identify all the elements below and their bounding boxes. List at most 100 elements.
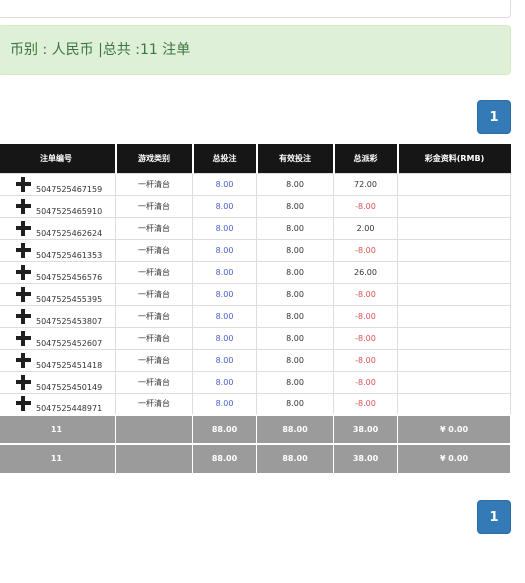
payout-cell: 26.00 — [333, 260, 398, 284]
jackpot-cell — [397, 304, 511, 328]
plus-icon[interactable] — [16, 198, 31, 214]
payout-cell: -8.00 — [333, 304, 398, 328]
page-number: 1 — [489, 509, 499, 525]
total-bet-cell: 8.00 — [192, 216, 257, 240]
plus-icon[interactable] — [16, 264, 31, 280]
bets-table: 注单编号 游戏类别 总投注 有效投注 总派彩 彩金资料(RMB) 5047525… — [0, 144, 511, 474]
game-type-cell: 一杆清台 — [115, 194, 193, 218]
valid-bet-cell: 8.00 — [256, 348, 334, 372]
plus-icon[interactable] — [16, 242, 31, 258]
bet-id: 5047525448971 — [36, 404, 103, 414]
total-bet-cell: 8.00 — [192, 392, 257, 416]
bet-id: 5047525453807 — [36, 316, 103, 326]
header-jackpot: 彩金资料(RMB) — [396, 144, 511, 173]
header-total-bet: 总投注 — [191, 144, 257, 173]
game-type-cell: 一杆清台 — [115, 260, 193, 284]
bet-id-cell: 5047525467159 — [0, 172, 116, 196]
jackpot-cell — [397, 348, 511, 372]
table-row: 5047525455395 一杆清台 8.00 8.00 -8.00 — [0, 282, 511, 306]
bet-id-cell: 5047525451418 — [0, 348, 116, 372]
valid-bet-cell: 8.00 — [256, 392, 334, 416]
table-row: 5047525453807 一杆清台 8.00 8.00 -8.00 — [0, 304, 511, 328]
table-row: 5047525467159 一杆清台 8.00 8.00 72.00 — [0, 172, 511, 196]
bet-id-cell: 5047525462624 — [0, 216, 116, 240]
total-bet-cell: 8.00 — [192, 172, 257, 196]
total-payout-sum: 38.00 — [333, 443, 398, 474]
top-panel — [0, 0, 511, 18]
total-bet-cell: 8.00 — [192, 304, 257, 328]
jackpot-cell — [397, 326, 511, 350]
total-jackpot-sum: ¥ 0.00 — [397, 443, 511, 474]
bet-id: 5047525462624 — [36, 228, 103, 238]
table-row: 5047525450149 一杆清台 8.00 8.00 -8.00 — [0, 370, 511, 394]
payout-cell: -8.00 — [333, 392, 398, 416]
total-bet-cell: 8.00 — [192, 194, 257, 218]
game-type-cell: 一杆清台 — [115, 392, 193, 416]
valid-bet-cell: 8.00 — [256, 260, 334, 284]
summary-alert: 币别 : 人民币 |总共 :11 注单 — [0, 25, 511, 75]
total-bet-cell: 8.00 — [192, 370, 257, 394]
bet-id-cell: 5047525465910 — [0, 194, 116, 218]
bet-id-cell: 5047525450149 — [0, 370, 116, 394]
jackpot-cell — [397, 392, 511, 416]
total-payout-sum: 38.00 — [333, 414, 398, 445]
bet-id-cell: 5047525448971 — [0, 392, 116, 416]
valid-bet-cell: 8.00 — [256, 194, 334, 218]
payout-cell: -8.00 — [333, 194, 398, 218]
summary-text: 币别 : 人民币 |总共 :11 注单 — [10, 42, 191, 58]
total-valid-sum: 88.00 — [256, 414, 334, 445]
jackpot-cell — [397, 370, 511, 394]
total-bet-cell: 8.00 — [192, 260, 257, 284]
game-type-cell: 一杆清台 — [115, 216, 193, 240]
total-bet-cell: 8.00 — [192, 326, 257, 350]
total-game — [115, 414, 193, 445]
game-type-cell: 一杆清台 — [115, 172, 193, 196]
plus-icon[interactable] — [16, 308, 31, 324]
table-row: 5047525448971 一杆清台 8.00 8.00 -8.00 — [0, 392, 511, 416]
plus-icon[interactable] — [16, 176, 31, 192]
total-bet-sum: 88.00 — [192, 414, 257, 445]
plus-icon[interactable] — [16, 220, 31, 236]
plus-icon[interactable] — [16, 352, 31, 368]
bet-id-cell: 5047525456576 — [0, 260, 116, 284]
total-bet-cell: 8.00 — [192, 282, 257, 306]
plus-icon[interactable] — [16, 396, 31, 412]
header-total-payout: 总派彩 — [332, 144, 398, 173]
total-bet-cell: 8.00 — [192, 238, 257, 262]
bet-id: 5047525461353 — [36, 250, 103, 260]
pagination-page-button-bottom[interactable]: 1 — [477, 500, 511, 534]
jackpot-cell — [397, 216, 511, 240]
header-game-type: 游戏类别 — [114, 144, 193, 173]
game-type-cell: 一杆清台 — [115, 348, 193, 372]
table-row: 5047525456576 一杆清台 8.00 8.00 26.00 — [0, 260, 511, 284]
total-count: 11 — [0, 414, 116, 445]
plus-icon[interactable] — [16, 286, 31, 302]
bet-id: 5047525450149 — [36, 382, 103, 392]
valid-bet-cell: 8.00 — [256, 304, 334, 328]
bet-id: 5047525465910 — [36, 206, 103, 216]
bet-id: 5047525456576 — [36, 272, 103, 282]
header-bet-id: 注单编号 — [0, 144, 116, 173]
jackpot-cell — [397, 194, 511, 218]
payout-cell: -8.00 — [333, 282, 398, 306]
jackpot-cell — [397, 282, 511, 306]
payout-cell: -8.00 — [333, 326, 398, 350]
total-bet-cell: 8.00 — [192, 348, 257, 372]
total-row: 11 88.00 88.00 38.00 ¥ 0.00 — [0, 414, 511, 445]
game-type-cell: 一杆清台 — [115, 370, 193, 394]
payout-cell: -8.00 — [333, 348, 398, 372]
payout-cell: 72.00 — [333, 172, 398, 196]
plus-icon[interactable] — [16, 330, 31, 346]
bet-id-cell: 5047525455395 — [0, 282, 116, 306]
table-row: 5047525451418 一杆清台 8.00 8.00 -8.00 — [0, 348, 511, 372]
game-type-cell: 一杆清台 — [115, 326, 193, 350]
table-header-row: 注单编号 游戏类别 总投注 有效投注 总派彩 彩金资料(RMB) — [0, 144, 511, 173]
table-row: 5047525452607 一杆清台 8.00 8.00 -8.00 — [0, 326, 511, 350]
payout-cell: -8.00 — [333, 370, 398, 394]
bet-id-cell: 5047525461353 — [0, 238, 116, 262]
plus-icon[interactable] — [16, 374, 31, 390]
pagination-page-button-top[interactable]: 1 — [477, 100, 511, 134]
game-type-cell: 一杆清台 — [115, 304, 193, 328]
total-game — [115, 443, 193, 474]
valid-bet-cell: 8.00 — [256, 216, 334, 240]
